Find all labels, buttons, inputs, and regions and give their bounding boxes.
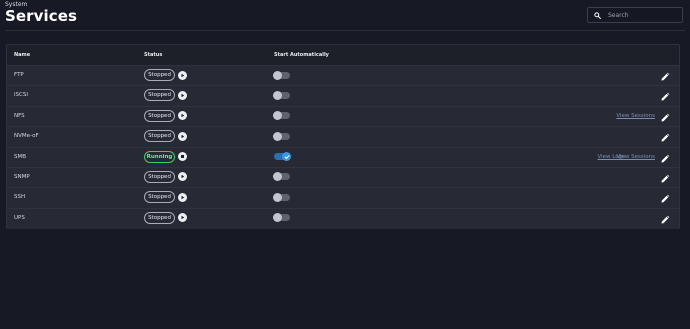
status-badge: Stopped — [144, 211, 175, 224]
start-button[interactable] — [178, 111, 187, 121]
edit-button[interactable] — [660, 90, 670, 101]
table-row-ups: UPS Stopped — [7, 208, 679, 230]
play-icon — [181, 215, 185, 220]
table-row-ssh: SSH Stopped — [7, 188, 679, 209]
pencil-icon — [661, 72, 670, 81]
play-icon — [181, 93, 185, 98]
start-automatically-toggle[interactable] — [273, 70, 290, 80]
service-name: SNMP — [14, 173, 30, 180]
start-automatically-toggle[interactable] — [273, 131, 290, 141]
edit-button[interactable] — [660, 152, 670, 163]
column-header-status: Status — [144, 52, 163, 58]
status-badge: Stopped — [144, 109, 175, 122]
start-automatically-toggle[interactable] — [273, 90, 290, 100]
search-icon — [594, 11, 601, 19]
edit-button[interactable] — [660, 131, 670, 142]
toggle-knob — [273, 192, 282, 202]
play-icon — [181, 195, 185, 200]
edit-button[interactable] — [660, 172, 670, 183]
table-row-snmp: SNMP Stopped — [7, 167, 679, 189]
service-name: NVMe-oF — [14, 133, 39, 140]
table-row-nvme-of: NVMe-oF Stopped — [7, 127, 679, 148]
services-table: Name Status Start Automatically FTP Stop… — [6, 44, 680, 230]
header-divider — [5, 30, 685, 31]
toggle-knob — [273, 131, 282, 141]
start-automatically-toggle[interactable] — [273, 213, 290, 223]
start-button[interactable] — [178, 131, 187, 141]
toggle-knob — [273, 111, 282, 121]
status-badge: Stopped — [144, 130, 175, 143]
status-badge: Stopped — [144, 89, 175, 102]
search-input[interactable] — [608, 11, 678, 19]
start-button[interactable] — [178, 192, 187, 202]
start-button[interactable] — [178, 90, 187, 100]
stop-button[interactable] — [178, 152, 187, 162]
service-name: NFS — [14, 112, 25, 119]
search-box[interactable] — [587, 7, 683, 23]
toggle-knob — [282, 152, 291, 162]
play-icon — [181, 73, 185, 77]
edit-button[interactable] — [660, 70, 670, 81]
column-header-name: Name — [14, 52, 31, 58]
service-name: SMB — [14, 153, 27, 160]
toggle-knob — [273, 90, 282, 100]
start-button[interactable] — [178, 213, 187, 223]
pencil-icon — [661, 174, 670, 183]
service-name: iSCSI — [14, 92, 28, 99]
start-automatically-toggle[interactable] — [273, 111, 290, 121]
page-title: Services — [5, 7, 78, 25]
table-row-iscsi: iSCSI Stopped — [7, 86, 679, 107]
play-icon — [181, 114, 185, 118]
check-icon — [284, 154, 289, 159]
pencil-icon — [661, 133, 670, 142]
pencil-icon — [661, 215, 670, 224]
status-badge: Stopped — [144, 170, 175, 183]
service-name: UPS — [14, 214, 25, 221]
play-icon — [181, 175, 185, 179]
pencil-icon — [661, 93, 670, 101]
stop-icon — [181, 155, 184, 159]
table-row-ftp: FTP Stopped — [7, 66, 679, 87]
start-automatically-toggle[interactable] — [273, 192, 290, 202]
start-automatically-toggle[interactable] — [274, 152, 291, 162]
table-row-smb: SMB Running View Logs View Sessions — [7, 147, 679, 168]
status-badge: Running — [144, 150, 175, 163]
start-button[interactable] — [178, 70, 187, 80]
toggle-knob — [273, 172, 282, 182]
view-sessions-link[interactable]: View Sessions — [616, 154, 655, 160]
status-badge: Stopped — [144, 69, 175, 81]
view-sessions-link[interactable]: View Sessions — [616, 113, 655, 119]
pencil-icon — [661, 195, 670, 203]
start-button[interactable] — [178, 172, 187, 182]
table-header: Name Status Start Automatically — [7, 45, 679, 66]
start-automatically-toggle[interactable] — [273, 172, 290, 182]
table-body: FTP Stopped iSCSI Stopped NFS Stopped Vi… — [7, 66, 679, 230]
toggle-knob — [273, 70, 282, 80]
services-page: System Services Name Status Start Automa… — [0, 0, 690, 329]
status-badge: Stopped — [144, 191, 175, 204]
toggle-knob — [273, 213, 282, 223]
edit-button[interactable] — [660, 111, 670, 122]
table-row-nfs: NFS Stopped View Sessions — [7, 106, 679, 128]
service-name: SSH — [14, 194, 26, 201]
play-icon — [181, 134, 185, 138]
pencil-icon — [661, 113, 670, 122]
edit-button[interactable] — [660, 192, 670, 203]
service-name: FTP — [14, 72, 24, 78]
edit-button[interactable] — [660, 213, 670, 224]
pencil-icon — [661, 154, 670, 163]
column-header-start-automatically: Start Automatically — [274, 52, 329, 58]
